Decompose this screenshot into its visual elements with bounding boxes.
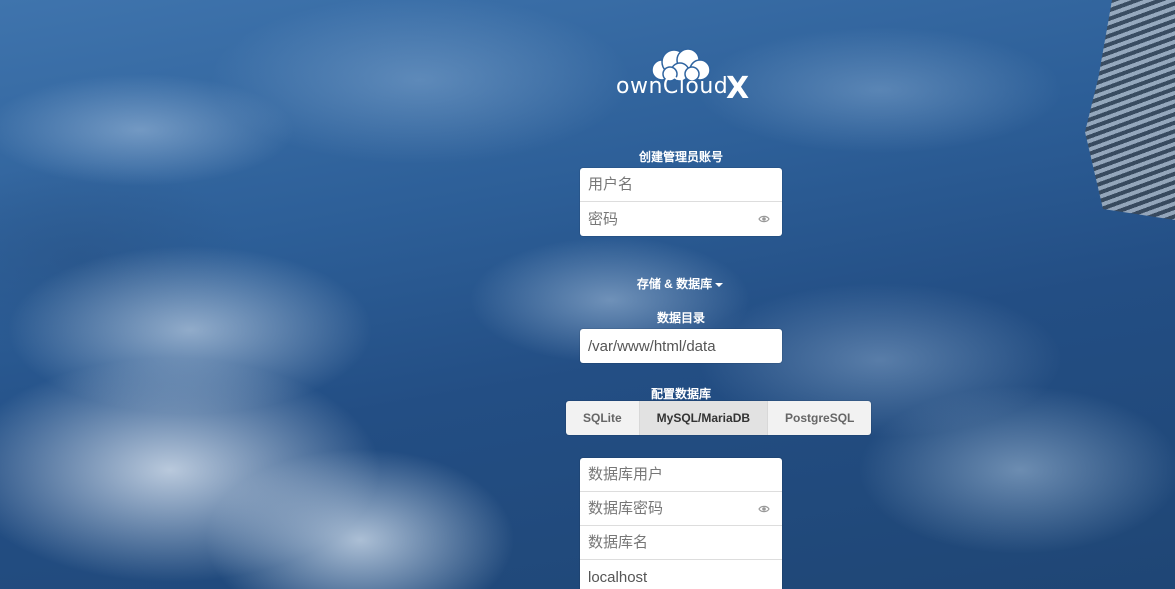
logo-x: X — [726, 71, 750, 106]
configure-database-label: 配置数据库 — [650, 387, 711, 401]
database-name-input[interactable] — [580, 526, 782, 559]
eye-icon[interactable] — [758, 504, 770, 514]
data-directory-group — [580, 329, 782, 363]
admin-account-heading: 创建管理员账号 — [638, 150, 723, 164]
database-credentials-group — [580, 458, 782, 589]
data-directory-input[interactable] — [580, 329, 782, 363]
username-field-wrapper — [580, 168, 782, 202]
logo-text: ownCloud — [616, 74, 729, 99]
password-input[interactable] — [580, 202, 782, 236]
database-password-field-wrapper — [580, 492, 782, 526]
data-directory-label: 数据目录 — [656, 311, 705, 325]
database-type-tabs: SQLite MySQL/MariaDB PostgreSQL — [566, 401, 872, 435]
username-input[interactable] — [580, 168, 782, 201]
eye-icon[interactable] — [758, 214, 770, 224]
database-password-input[interactable] — [580, 492, 782, 525]
tab-postgresql[interactable]: PostgreSQL — [768, 401, 872, 435]
password-field-wrapper — [580, 202, 782, 236]
admin-credentials-group — [580, 168, 782, 236]
storage-database-toggle[interactable]: 存储 & 数据库 — [0, 275, 1175, 292]
database-user-input[interactable] — [580, 458, 782, 491]
storage-database-toggle-label: 存储 & 数据库 — [636, 277, 713, 291]
data-directory-field-wrapper — [580, 329, 782, 363]
database-host-input[interactable] — [580, 560, 782, 589]
owncloud-logo: ownCloud X — [612, 46, 752, 106]
database-name-field-wrapper — [580, 526, 782, 560]
tab-mysql-mariadb[interactable]: MySQL/MariaDB — [639, 401, 769, 435]
caret-down-icon — [715, 282, 724, 287]
database-host-field-wrapper — [580, 560, 782, 589]
database-user-field-wrapper — [580, 458, 782, 492]
tab-sqlite[interactable]: SQLite — [566, 401, 640, 435]
